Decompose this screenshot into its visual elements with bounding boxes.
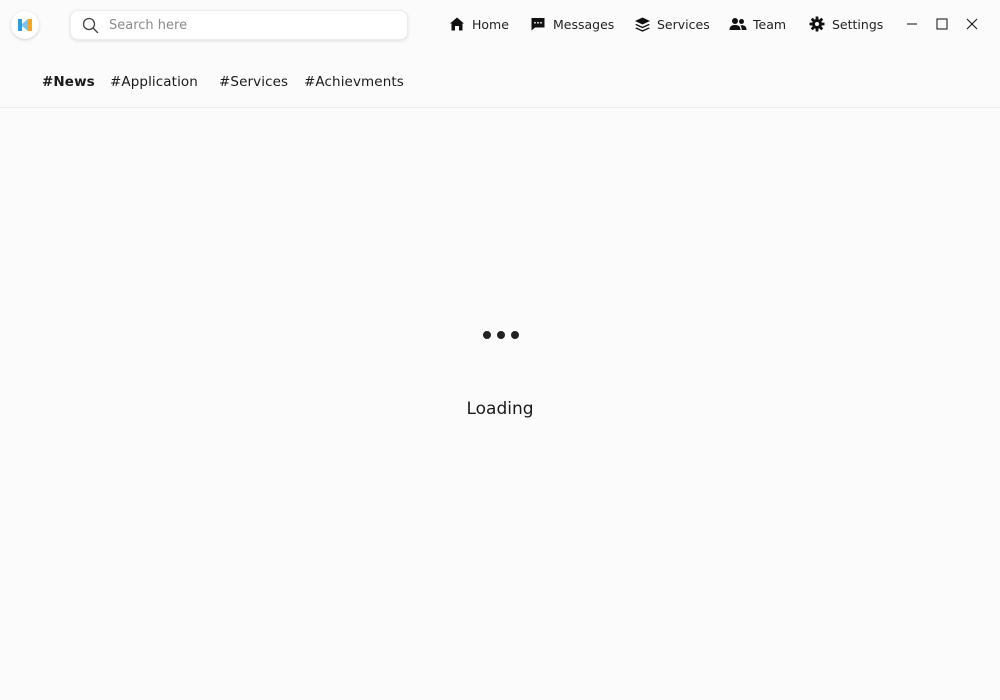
message-icon — [529, 15, 547, 33]
loading-text: Loading — [466, 399, 534, 419]
nav-home[interactable]: Home — [448, 13, 509, 35]
nav-team[interactable]: Team — [729, 13, 786, 35]
loading-dot — [497, 331, 505, 339]
close-button[interactable] — [962, 14, 982, 34]
home-icon — [448, 15, 466, 33]
gear-icon — [808, 15, 826, 33]
loading-dots-icon — [483, 330, 519, 340]
tag-achievements[interactable]: #Achievments — [304, 74, 404, 90]
maximize-icon — [936, 15, 948, 34]
maximize-button[interactable] — [932, 14, 952, 34]
layers-icon — [633, 15, 651, 33]
nav-team-label: Team — [753, 16, 787, 32]
search-input[interactable] — [107, 16, 391, 34]
nav-settings-label: Settings — [832, 16, 884, 32]
top-bar: Home Messages Services — [0, 0, 1000, 50]
minimize-button[interactable] — [902, 14, 922, 34]
tag-bar: #News #Application #Services #Achievment… — [0, 50, 1000, 108]
loading-dot — [483, 331, 491, 339]
minimize-icon — [906, 15, 918, 34]
close-icon — [966, 15, 978, 34]
app-logo-icon[interactable] — [11, 11, 39, 39]
team-icon — [729, 15, 747, 33]
tag-application[interactable]: #Application — [110, 74, 198, 90]
nav-settings[interactable]: Settings — [808, 13, 883, 35]
nav-messages[interactable]: Messages — [529, 13, 614, 35]
search-icon — [81, 16, 99, 34]
nav-messages-label: Messages — [553, 16, 615, 32]
nav-services[interactable]: Services — [633, 13, 710, 35]
search-box[interactable] — [70, 10, 408, 40]
loading-dot — [511, 331, 519, 339]
nav-services-label: Services — [657, 16, 710, 32]
nav-home-label: Home — [472, 16, 509, 32]
tag-news[interactable]: #News — [42, 74, 95, 90]
app-window: Home Messages Services — [0, 0, 1000, 700]
tag-services[interactable]: #Services — [219, 74, 288, 90]
